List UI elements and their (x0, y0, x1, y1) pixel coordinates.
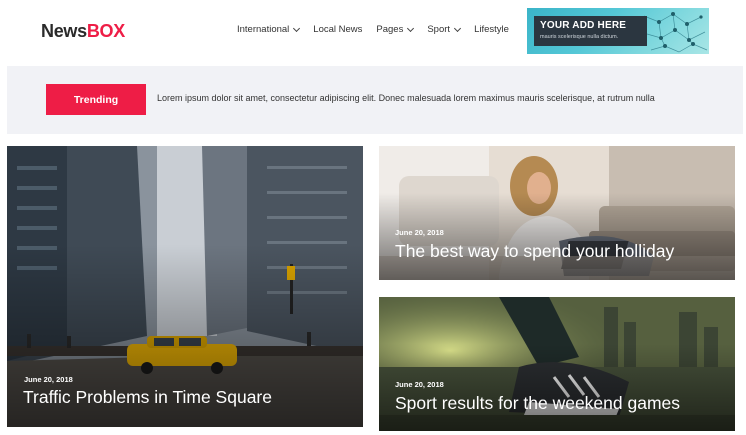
chevron-down-icon (407, 24, 415, 32)
trending-button[interactable]: Trending (46, 84, 146, 115)
nav-item-international[interactable]: International (237, 24, 301, 35)
ad-text-box: YOUR ADD HERE mauris scelerisque nulla d… (534, 16, 647, 46)
nav-item-local-news[interactable]: Local News (313, 24, 362, 35)
site-header: NewsBOX International Local News Pages S… (0, 0, 746, 62)
article-card-holiday[interactable]: June 20, 2018 The best way to spend your… (379, 146, 735, 280)
article-title[interactable]: Traffic Problems in Time Square (23, 387, 272, 408)
nav-label: Local News (313, 24, 363, 35)
nav-item-sport[interactable]: Sport (427, 24, 462, 35)
article-date: June 20, 2018 (395, 228, 444, 237)
article-date: June 20, 2018 (395, 380, 444, 389)
trending-headline[interactable]: Lorem ipsum dolor sit amet, consectetur … (157, 93, 655, 103)
article-title[interactable]: The best way to spend your holliday (395, 241, 674, 262)
article-card-sport[interactable]: June 20, 2018 Sport results for the week… (379, 297, 735, 431)
trending-bar: Trending Lorem ipsum dolor sit amet, con… (7, 66, 743, 134)
nav-item-pages[interactable]: Pages (376, 24, 415, 35)
nav-label: Sport (427, 24, 451, 35)
network-graphic-icon (643, 12, 708, 53)
main-nav: International Local News Pages Sport Lif… (237, 24, 509, 35)
image-overlay (7, 146, 363, 427)
logo-box: BOX (86, 21, 125, 41)
article-date: June 20, 2018 (24, 375, 73, 384)
ad-subtitle: mauris scelerisque nulla dictum. (540, 34, 619, 40)
chevron-down-icon (293, 24, 301, 32)
nav-label: International (237, 24, 290, 35)
ad-title: YOUR ADD HERE (540, 20, 627, 31)
article-title[interactable]: Sport results for the weekend games (395, 393, 680, 414)
logo-news: News (41, 21, 87, 41)
article-card-traffic[interactable]: June 20, 2018 Traffic Problems in Time S… (7, 146, 363, 427)
nav-label: Pages (376, 24, 404, 35)
ad-banner[interactable]: YOUR ADD HERE mauris scelerisque nulla d… (527, 8, 709, 54)
nav-label: Lifestyle (474, 24, 509, 35)
chevron-down-icon (454, 24, 462, 32)
nav-item-lifestyle[interactable]: Lifestyle (474, 24, 509, 35)
site-logo[interactable]: NewsBOX (41, 21, 125, 42)
